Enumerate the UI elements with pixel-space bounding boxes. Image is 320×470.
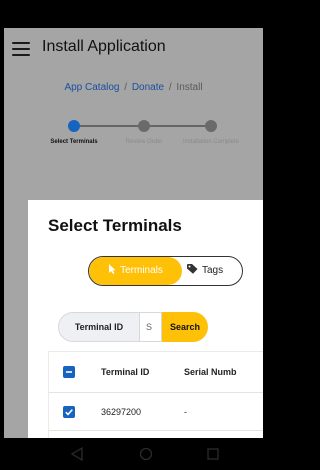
pointer-icon bbox=[109, 264, 116, 274]
step-dot-installation-complete bbox=[205, 120, 217, 132]
search-button[interactable]: Search bbox=[162, 312, 208, 342]
stepper-connector bbox=[76, 125, 142, 127]
stepper-connector bbox=[148, 125, 210, 127]
terminals-toggle-button[interactable]: Terminals bbox=[89, 257, 182, 285]
tags-toggle-button[interactable]: Tags bbox=[182, 257, 242, 285]
hamburger-menu-icon[interactable] bbox=[12, 42, 30, 58]
select-all-checkbox[interactable] bbox=[63, 366, 75, 378]
search-field-selector[interactable]: Terminal ID bbox=[58, 312, 140, 342]
checkmark-icon bbox=[65, 409, 73, 416]
row-checkbox[interactable] bbox=[63, 406, 75, 418]
select-terminals-modal: Select Terminals Terminals Tags Terminal… bbox=[28, 200, 263, 450]
tag-icon bbox=[187, 264, 198, 274]
breadcrumb-separator: / bbox=[168, 82, 172, 93]
column-header-terminal-id[interactable]: Terminal ID bbox=[101, 352, 149, 392]
progress-stepper: Select Terminals Review Order Installati… bbox=[4, 120, 263, 180]
breadcrumb: App Catalog / Donate / Install bbox=[4, 82, 263, 93]
step-label-installation-complete: Installation Complete bbox=[182, 139, 240, 145]
breadcrumb-separator: / bbox=[124, 82, 128, 93]
minus-icon bbox=[66, 371, 72, 373]
terminals-tags-toggle: Terminals Tags bbox=[88, 256, 243, 286]
modal-title: Select Terminals bbox=[48, 216, 182, 235]
cell-terminal-id: 36297200 bbox=[101, 407, 142, 417]
step-label-review-order: Review Order bbox=[125, 139, 163, 145]
terminals-toggle-label: Terminals bbox=[120, 265, 163, 276]
terminal-search-bar: Terminal ID Search bbox=[58, 312, 263, 342]
breadcrumb-donate[interactable]: Donate bbox=[132, 82, 164, 93]
step-dot-select-terminals bbox=[68, 120, 80, 132]
back-icon[interactable] bbox=[70, 447, 84, 461]
home-icon[interactable] bbox=[139, 447, 153, 461]
column-header-serial-number[interactable]: Serial Numb bbox=[184, 352, 237, 392]
recent-apps-icon[interactable] bbox=[206, 447, 220, 461]
page-title: Install Application bbox=[42, 38, 166, 55]
search-input[interactable] bbox=[140, 312, 162, 342]
cell-serial-number: - bbox=[184, 407, 187, 417]
breadcrumb-install: Install bbox=[176, 82, 203, 93]
terminals-table: Terminal ID Serial Numb 36297200 - bbox=[48, 351, 263, 450]
breadcrumb-app-catalog[interactable]: App Catalog bbox=[64, 82, 119, 93]
system-navigation-bar bbox=[0, 438, 263, 470]
status-bar bbox=[0, 0, 263, 28]
table-header: Terminal ID Serial Numb bbox=[49, 351, 263, 393]
app-header: Install Application bbox=[4, 28, 263, 72]
phone-screen: Install Application App Catalog / Donate… bbox=[0, 0, 263, 470]
step-dot-review-order bbox=[138, 120, 150, 132]
tags-toggle-label: Tags bbox=[202, 265, 224, 276]
table-row[interactable]: 36297200 - bbox=[49, 393, 263, 431]
step-label-select-terminals: Select Terminals bbox=[50, 139, 98, 145]
